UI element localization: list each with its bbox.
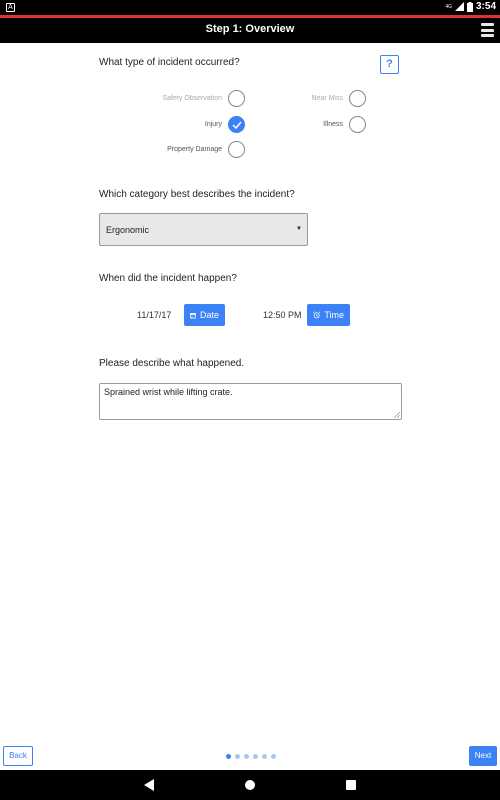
app-header: Step 1: Overview: [0, 18, 500, 43]
nav-home-icon[interactable]: [245, 780, 255, 790]
describe-question: Please describe what happened.: [99, 358, 245, 369]
menu-icon[interactable]: [481, 23, 494, 37]
help-button[interactable]: ?: [380, 55, 399, 74]
description-textarea[interactable]: Sprained wrist while lifting crate.: [99, 383, 402, 420]
page-title: Step 1: Overview: [205, 23, 295, 35]
step-dot-6: [271, 754, 276, 759]
signal-icon: [454, 2, 464, 11]
injury-radio[interactable]: [228, 116, 245, 133]
resize-grip-icon[interactable]: [394, 412, 400, 418]
step-dot-5: [262, 754, 267, 759]
illness-radio[interactable]: [349, 116, 366, 133]
nav-recent-icon[interactable]: [346, 780, 356, 790]
property-damage-radio[interactable]: [228, 141, 245, 158]
category-selected-value: Ergonomic: [106, 225, 150, 235]
check-icon: [232, 121, 242, 129]
date-button-label: Date: [199, 310, 219, 320]
when-question: When did the incident happen?: [99, 273, 237, 284]
status-bar: A 4G 3:54: [0, 0, 500, 15]
time-button[interactable]: Time: [307, 304, 350, 326]
nav-back-icon[interactable]: [144, 779, 154, 791]
description-value: Sprained wrist while lifting crate.: [104, 387, 233, 397]
time-button-label: Time: [324, 310, 344, 320]
battery-icon: [466, 1, 473, 12]
screen: A 4G 3:54 Step 1: Overview What type of …: [0, 0, 500, 800]
calendar-icon: [190, 312, 196, 318]
property-damage-label: Property Damage: [167, 146, 222, 153]
system-nav-bar: [0, 770, 500, 800]
incident-type-question: What type of incident occurred?: [99, 57, 240, 68]
step-dot-3: [244, 754, 249, 759]
network-label: 4G: [445, 3, 452, 10]
step-indicator: [226, 754, 276, 759]
safety-observation-label: Safety Observation: [162, 95, 222, 102]
illness-label: Illness: [323, 121, 343, 128]
next-button[interactable]: Next: [469, 746, 497, 766]
alarm-clock-icon: [313, 311, 321, 319]
safety-observation-radio[interactable]: [228, 90, 245, 107]
time-value: 12:50 PM: [263, 310, 302, 320]
near-miss-radio[interactable]: [349, 90, 366, 107]
category-select[interactable]: Ergonomic ▼: [99, 213, 308, 246]
step-dot-4: [253, 754, 258, 759]
chevron-down-icon: ▼: [296, 226, 302, 232]
injury-label: Injury: [204, 121, 222, 128]
step-dot-2: [235, 754, 240, 759]
date-button[interactable]: Date: [184, 304, 225, 326]
notification-icon: A: [6, 3, 15, 12]
category-question: Which category best describes the incide…: [99, 189, 295, 200]
near-miss-label: Near Miss: [311, 95, 343, 102]
step-dot-1: [226, 754, 231, 759]
status-time: 3:54: [475, 1, 496, 12]
date-value: 11/17/17: [137, 310, 172, 320]
back-button[interactable]: Back: [3, 746, 33, 766]
